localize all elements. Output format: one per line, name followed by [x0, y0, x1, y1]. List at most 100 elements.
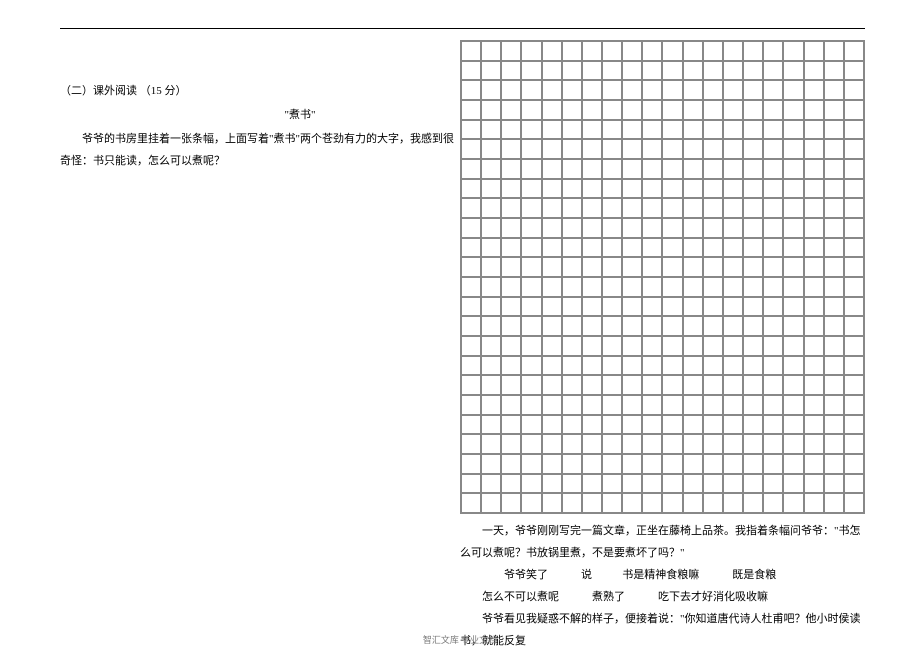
grid-cell: [703, 297, 723, 317]
grid-cell: [783, 356, 803, 376]
grid-cell: [461, 257, 481, 277]
grid-cell: [481, 159, 501, 179]
grid-cell: [501, 375, 521, 395]
grid-cell: [763, 100, 783, 120]
grid-cell: [723, 375, 743, 395]
grid-cell: [763, 61, 783, 81]
grid-cell: [763, 41, 783, 61]
grid-cell: [582, 434, 602, 454]
grid-cell: [582, 80, 602, 100]
grid-cell: [542, 238, 562, 258]
grid-cell: [582, 218, 602, 238]
grid-cell: [783, 257, 803, 277]
grid-cell: [481, 395, 501, 415]
grid-cell: [783, 434, 803, 454]
grid-cell: [662, 297, 682, 317]
grid-cell: [703, 41, 723, 61]
grid-cell: [824, 454, 844, 474]
grid-cell: [783, 316, 803, 336]
grid-cell: [622, 434, 642, 454]
grid-cell: [824, 41, 844, 61]
grid-cell: [783, 474, 803, 494]
grid-cell: [844, 159, 864, 179]
grid-cell: [662, 80, 682, 100]
grid-cell: [481, 238, 501, 258]
grid-cell: [662, 198, 682, 218]
grid-cell: [723, 159, 743, 179]
grid-cell: [501, 120, 521, 140]
grid-cell: [501, 257, 521, 277]
grid-cell: [824, 238, 844, 258]
grid-cell: [723, 238, 743, 258]
grid-cell: [481, 41, 501, 61]
grid-cell: [763, 218, 783, 238]
grid-cell: [743, 277, 763, 297]
grid-cell: [804, 257, 824, 277]
grid-cell: [783, 375, 803, 395]
grid-cell: [824, 474, 844, 494]
grid-cell: [461, 277, 481, 297]
grid-cell: [662, 336, 682, 356]
grid-cell: [622, 159, 642, 179]
grid-cell: [521, 41, 541, 61]
grid-cell: [461, 297, 481, 317]
grid-cell: [783, 297, 803, 317]
grid-cell: [844, 139, 864, 159]
grid-cell: [642, 100, 662, 120]
grid-cell: [642, 257, 662, 277]
grid-cell: [542, 41, 562, 61]
grid-cell: [844, 277, 864, 297]
p2g: 吃下去才好消化吸收嘛: [636, 586, 768, 608]
grid-cell: [542, 356, 562, 376]
grid-cell: [461, 415, 481, 435]
grid-cell: [743, 493, 763, 513]
grid-cell: [521, 434, 541, 454]
grid-cell: [521, 218, 541, 238]
grid-cell: [783, 454, 803, 474]
grid-cell: [562, 139, 582, 159]
grid-cell: [743, 336, 763, 356]
grid-cell: [723, 277, 743, 297]
grid-cell: [481, 100, 501, 120]
grid-cell: [703, 474, 723, 494]
grid-cell: [562, 198, 582, 218]
grid-cell: [683, 179, 703, 199]
grid-cell: [723, 297, 743, 317]
grid-cell: [642, 297, 662, 317]
grid-cell: [542, 100, 562, 120]
grid-cell: [582, 238, 602, 258]
grid-cell: [642, 316, 662, 336]
grid-cell: [542, 159, 562, 179]
grid-cell: [783, 61, 803, 81]
grid-cell: [622, 474, 642, 494]
grid-cell: [562, 41, 582, 61]
grid-cell: [501, 434, 521, 454]
grid-cell: [763, 316, 783, 336]
grid-cell: [542, 415, 562, 435]
grid-cell: [501, 198, 521, 218]
grid-cell: [602, 415, 622, 435]
p2b: 说: [559, 564, 592, 586]
grid-cell: [622, 375, 642, 395]
grid-cell: [602, 336, 622, 356]
grid-cell: [542, 316, 562, 336]
grid-cell: [723, 316, 743, 336]
grid-cell: [562, 454, 582, 474]
grid-cell: [703, 159, 723, 179]
grid-cell: [662, 434, 682, 454]
grid-cell: [804, 41, 824, 61]
grid-cell: [662, 415, 682, 435]
grid-cell: [763, 277, 783, 297]
grid-cell: [783, 336, 803, 356]
grid-cell: [481, 415, 501, 435]
grid-cell: [461, 238, 481, 258]
grid-cell: [622, 198, 642, 218]
grid-cell: [662, 375, 682, 395]
grid-cell: [662, 277, 682, 297]
grid-cell: [521, 159, 541, 179]
grid-cell: [622, 61, 642, 81]
grid-cell: [542, 120, 562, 140]
grid-cell: [542, 218, 562, 238]
grid-cell: [562, 336, 582, 356]
grid-cell: [783, 179, 803, 199]
